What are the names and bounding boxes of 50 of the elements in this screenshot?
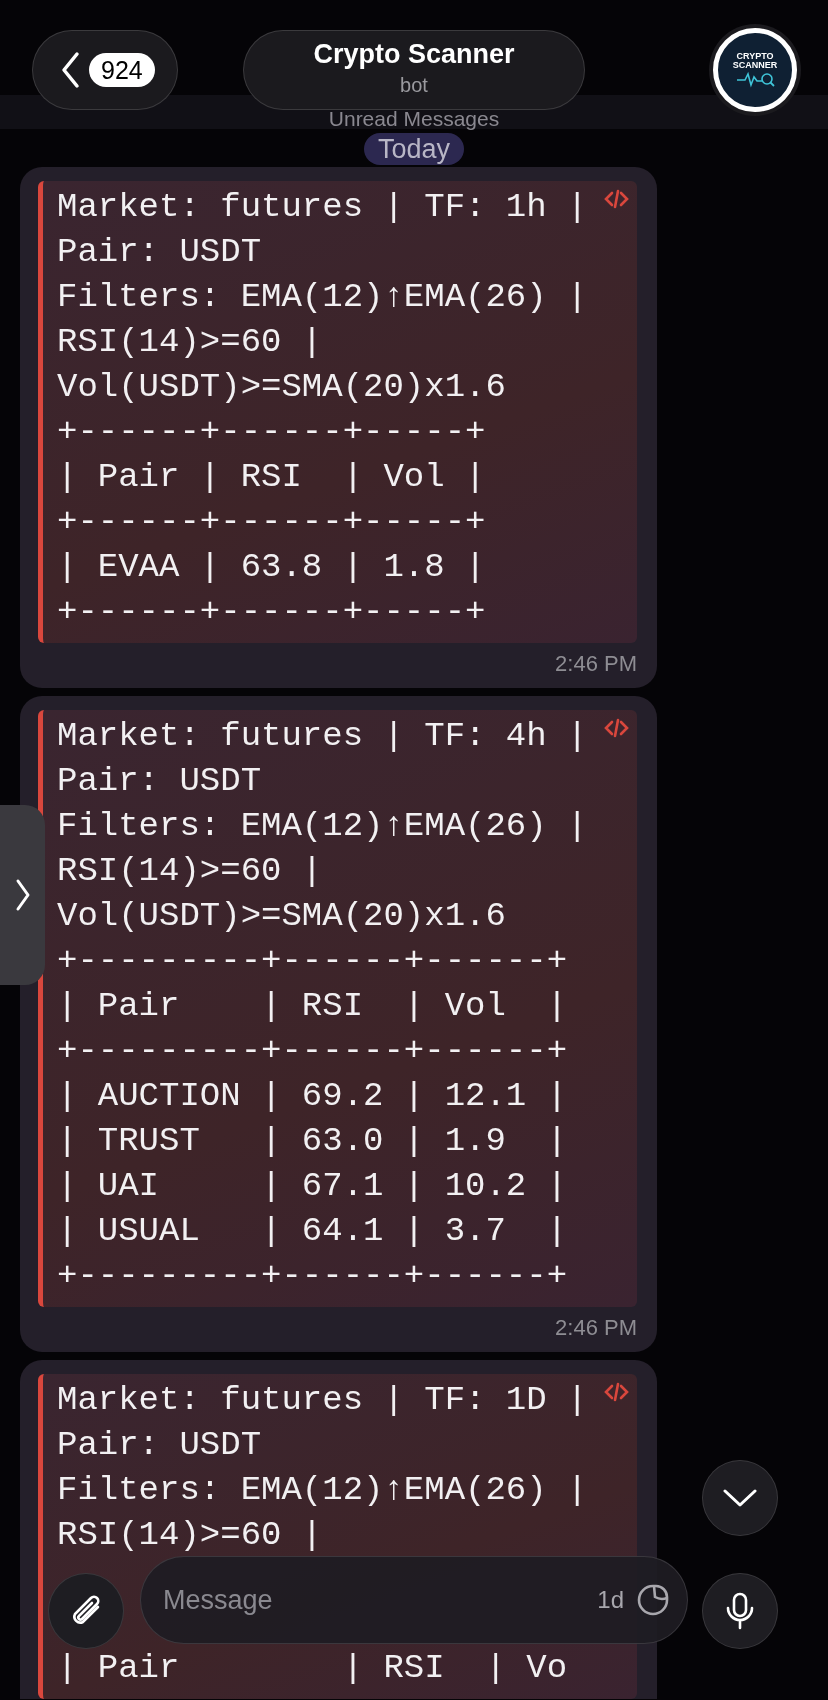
code-line: | UAI | 67.1 | 10.2 | [57, 1166, 568, 1208]
code-line: Filters: EMA(12)↑EMA(26) | [57, 1470, 588, 1512]
unread-messages-label: Unread Messages [328, 108, 500, 129]
code-line: RSI(14)>=60 | [57, 322, 323, 364]
pulse-magnifier-icon [735, 70, 775, 88]
side-panel-tab[interactable] [0, 805, 45, 985]
code-line: Market: futures | TF: 4h | [57, 716, 588, 758]
code-line: RSI(14)>=60 | [57, 851, 323, 893]
chat-title: Crypto Scanner [313, 40, 515, 70]
message-time: 2:46 PM [554, 1314, 637, 1343]
code-line: +------+------+-----+ [57, 412, 486, 454]
code-line: | USUAL | 64.1 | 3.7 | [57, 1211, 568, 1253]
code-line: Market: futures | TF: 1h | [57, 187, 588, 229]
chevron-right-icon [14, 878, 31, 912]
code-line: Filters: EMA(12)↑EMA(26) | [57, 806, 588, 848]
code-line: Pair: USDT [57, 1425, 262, 1467]
unread-count-badge: 924 [89, 53, 155, 87]
chat-subtitle: bot [400, 72, 428, 98]
date-chip: Today [363, 133, 465, 166]
back-icon [59, 51, 81, 89]
code-line: | Pair | RSI | Vol | [57, 457, 486, 499]
title-pill[interactable]: Crypto Scanner bot [243, 30, 585, 110]
avatar-text: CRYPTO [736, 52, 774, 61]
back-button[interactable]: 924 [32, 30, 178, 110]
code-line: | Pair | RSI | Vol | [57, 986, 568, 1028]
code-line: | TRUST | 63.0 | 1.9 | [57, 1121, 568, 1163]
code-line: | EVAA | 63.8 | 1.8 | [57, 547, 486, 589]
code-line: +---------+------+------+ [57, 1031, 568, 1073]
code-line: RSI(14)>=60 | [57, 1515, 323, 1557]
timer-label: 1d [597, 1585, 624, 1615]
message-time: 2:46 PM [554, 650, 637, 679]
avatar-text: SCANNER [732, 61, 778, 70]
microphone-icon [724, 1592, 756, 1630]
chevron-down-icon [723, 1488, 757, 1508]
sticker-icon[interactable] [636, 1583, 670, 1617]
code-line: Pair: USDT [57, 761, 262, 803]
code-line: +------+------+-----+ [57, 592, 486, 634]
code-line: | Pair | RSI | Vo [57, 1648, 568, 1690]
code-line: | AUCTION | 69.2 | 12.1 | [57, 1076, 568, 1118]
code-icon[interactable] [604, 189, 629, 210]
code-line: Pair: USDT [57, 232, 262, 274]
code-icon[interactable] [604, 718, 629, 739]
code-line: Filters: EMA(12)↑EMA(26) | [57, 277, 588, 319]
code-line: +---------+------+------+ [57, 941, 568, 983]
code-line: Vol(USDT)>=SMA(20)x1.6 [57, 896, 506, 938]
code-line: Vol(USDT)>=SMA(20)x1.6 [57, 367, 506, 409]
code-icon[interactable] [604, 1382, 629, 1403]
code-line: Market: futures | TF: 1D | [57, 1380, 588, 1422]
code-line: +---------+------+------+ [57, 1256, 568, 1298]
code-line: +------+------+-----+ [57, 502, 486, 544]
